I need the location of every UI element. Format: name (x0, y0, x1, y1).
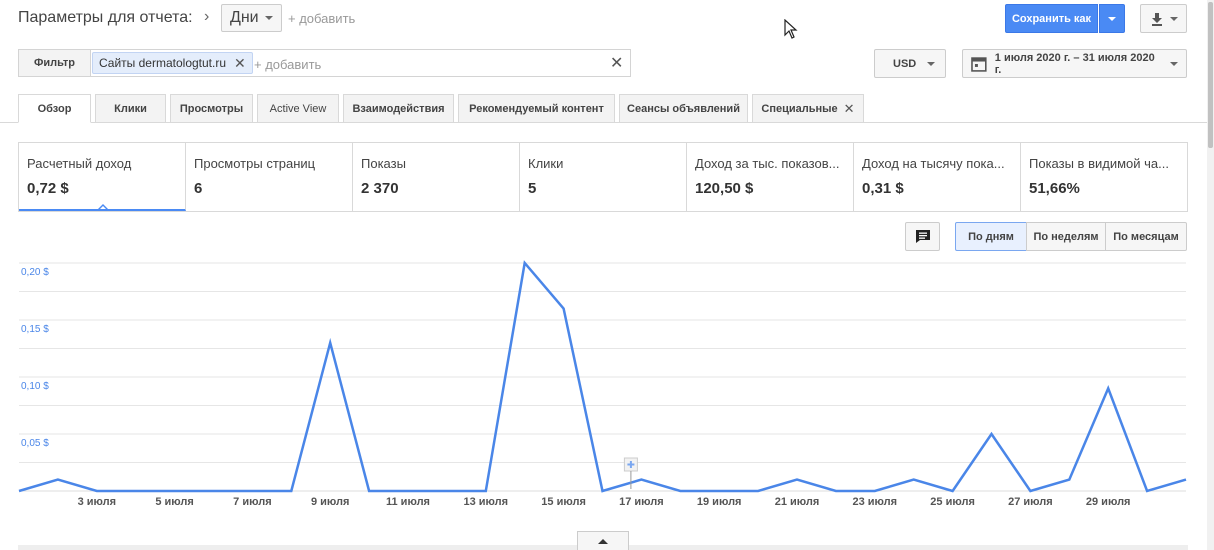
granularity-month-button[interactable]: По месяцам (1105, 222, 1187, 251)
y-tick-label: 0,15 $ (21, 324, 49, 335)
tab-ad-sessions[interactable]: Сеансы объявлений (619, 94, 748, 123)
tab-label: Обзор (37, 102, 72, 115)
x-tick-label: 7 июля (233, 496, 271, 508)
metric-value: 51,66% (1029, 180, 1080, 197)
x-tick-label: 3 июля (78, 496, 116, 508)
metric-label: Показы в видимой ча... (1029, 156, 1169, 171)
caret-down-icon (1169, 16, 1178, 21)
x-tick-label: 9 июля (311, 496, 349, 508)
comment-icon (915, 230, 930, 243)
filter-add-placeholder[interactable]: + добавить (254, 57, 321, 72)
metric-value: 2 370 (361, 180, 399, 197)
metric-card-active-view-viewable[interactable]: Показы в видимой ча... 51,66% (1021, 143, 1187, 211)
calendar-icon (971, 56, 987, 72)
y-tick-label: 0,05 $ (21, 438, 49, 449)
dimension-label: Дни (230, 9, 259, 26)
metric-label: Показы (361, 156, 406, 171)
tab-label: Active View (269, 102, 327, 115)
metric-value: 120,50 $ (695, 180, 754, 197)
close-tab-icon[interactable]: ✕ (844, 101, 855, 117)
caret-down-icon (1170, 61, 1178, 66)
annotations-button[interactable] (905, 222, 940, 251)
chevron-up-icon (598, 538, 608, 544)
tab-overview[interactable]: Обзор (18, 94, 91, 123)
report-params-title: Параметры для отчета: (18, 9, 193, 26)
tab-label: Сеансы объявлений (627, 102, 740, 115)
tab-views[interactable]: Просмотры (170, 94, 253, 123)
x-tick-label: 17 июля (619, 496, 664, 508)
filter-chip-label: Сайты dermatologtut.ru (99, 56, 227, 70)
metric-label: Расчетный доход (27, 156, 132, 171)
add-dimension-link[interactable]: + добавить (288, 11, 355, 26)
mouse-cursor-icon (784, 19, 798, 39)
caret-down-icon (264, 16, 273, 20)
date-range-picker[interactable]: 1 июля 2020 г. – 31 июля 2020 г. (962, 49, 1187, 78)
download-button[interactable] (1140, 4, 1187, 33)
granularity-day-button[interactable]: По дням (955, 222, 1027, 251)
date-range-label: 1 июля 2020 г. – 31 июля 2020 г. (994, 51, 1155, 76)
x-tick-label: 21 июля (775, 496, 820, 508)
metric-label: Доход за тыс. показов... (695, 156, 840, 171)
y-tick-label: 0,10 $ (21, 381, 49, 392)
tab-label: Взаимодействия (352, 102, 445, 115)
currency-dropdown[interactable]: USD (874, 49, 946, 78)
caret-down-icon (1108, 16, 1116, 21)
dimension-dropdown[interactable]: Дни (221, 4, 282, 32)
metric-card-page-views[interactable]: Просмотры страниц 6 (186, 143, 353, 211)
y-tick-label: 0,20 $ (21, 267, 49, 278)
metric-card-estimated-earnings[interactable]: Расчетный доход 0,72 $ (19, 143, 186, 211)
currency-label: USD (893, 57, 917, 70)
tab-active-view[interactable]: Active View (257, 94, 339, 123)
x-tick-label: 13 июля (464, 496, 509, 508)
remove-filter-icon[interactable]: ✕ (234, 55, 246, 72)
metric-value: 5 (528, 180, 537, 197)
metric-value: 0,72 $ (27, 180, 69, 197)
tab-label: Клики (114, 102, 147, 115)
x-tick-label: 19 июля (697, 496, 742, 508)
metric-card-clicks[interactable]: Клики 5 (520, 143, 687, 211)
caret-down-icon (927, 61, 935, 66)
earnings-line-chart: 0,20 $ 0,15 $ 0,10 $ 0,05 $ 3 июля 5 июля 7 ию… (18, 260, 1187, 508)
x-tick-label: 15 июля (541, 496, 586, 508)
metric-label: Просмотры страниц (194, 156, 316, 171)
clear-filters-icon[interactable]: ✕ (610, 53, 623, 73)
tab-custom[interactable]: Специальные ✕ (752, 94, 864, 123)
tab-interactions[interactable]: Взаимодействия (343, 94, 454, 123)
tab-label: Рекомендуемый контент (469, 102, 604, 115)
metric-card-impressions[interactable]: Показы 2 370 (353, 143, 520, 211)
metric-value: 6 (194, 180, 203, 197)
filter-chip-sites[interactable]: Сайты dermatologtut.ru ✕ (92, 52, 253, 74)
download-icon (1151, 12, 1162, 26)
x-tick-label: 29 июля (1086, 496, 1131, 508)
metric-card-page-rpm[interactable]: Доход за тыс. показов... 120,50 $ (687, 143, 854, 211)
metric-label: Доход на тысячу пока... (862, 156, 1005, 171)
collapse-chart-button[interactable] (577, 531, 629, 550)
report-page: Параметры для отчета: › Дни + добавить С… (0, 0, 1214, 550)
tab-label: Специальные (761, 102, 838, 115)
filter-button[interactable]: Фильтр (18, 49, 90, 77)
chevron-right-icon: › (204, 8, 210, 25)
x-tick-label: 11 июля (386, 496, 430, 508)
tab-label: Просмотры (179, 102, 244, 115)
metric-cards: Расчетный доход 0,72 $ Просмотры страниц… (18, 142, 1188, 212)
scrollbar-thumb[interactable] (1208, 2, 1213, 148)
tab-clicks[interactable]: Клики (95, 94, 166, 123)
metric-card-impression-rpm[interactable]: Доход на тысячу пока... 0,31 $ (854, 143, 1021, 211)
granularity-week-button[interactable]: По неделям (1026, 222, 1106, 251)
x-tick-label: 27 июля (1008, 496, 1053, 508)
metric-value: 0,31 $ (862, 180, 904, 197)
x-tick-label: 23 июля (853, 496, 898, 508)
tab-recommended-content[interactable]: Рекомендуемый контент (458, 94, 615, 123)
x-tick-label: 5 июля (155, 496, 193, 508)
save-as-button[interactable]: Сохранить как (1005, 4, 1098, 33)
save-options-dropdown[interactable] (1099, 4, 1125, 33)
x-tick-label: 25 июля (930, 496, 975, 508)
metric-label: Клики (528, 156, 564, 171)
